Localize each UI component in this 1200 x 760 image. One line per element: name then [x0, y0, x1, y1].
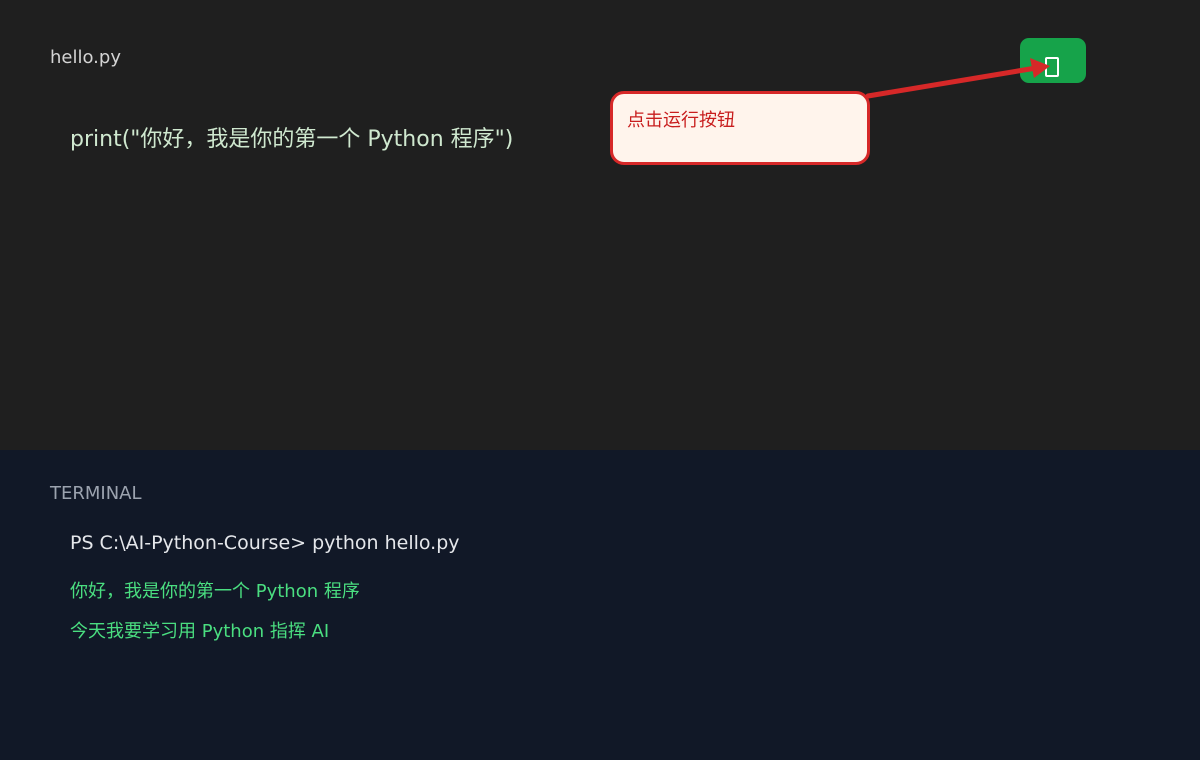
- annotation-text: 点击运行按钮: [627, 110, 735, 131]
- annotation-callout: 点击运行按钮: [610, 91, 870, 165]
- terminal-title: TERMINAL: [50, 483, 142, 504]
- terminal-output-line: 你好，我是你的第一个 Python 程序: [70, 581, 360, 602]
- terminal-command: PS C:\AI-Python-Course> python hello.py: [70, 532, 460, 554]
- code-line[interactable]: print("你好，我是你的第一个 Python 程序"): [70, 121, 513, 153]
- terminal-panel: TERMINAL PS C:\AI-Python-Course> python …: [0, 450, 1200, 760]
- file-tab[interactable]: hello.py: [50, 47, 121, 68]
- run-button[interactable]: [1020, 38, 1086, 83]
- code-editor: hello.py print("你好，我是你的第一个 Python 程序"): [0, 0, 1200, 450]
- terminal-output-line: 今天我要学习用 Python 指挥 AI: [70, 621, 330, 642]
